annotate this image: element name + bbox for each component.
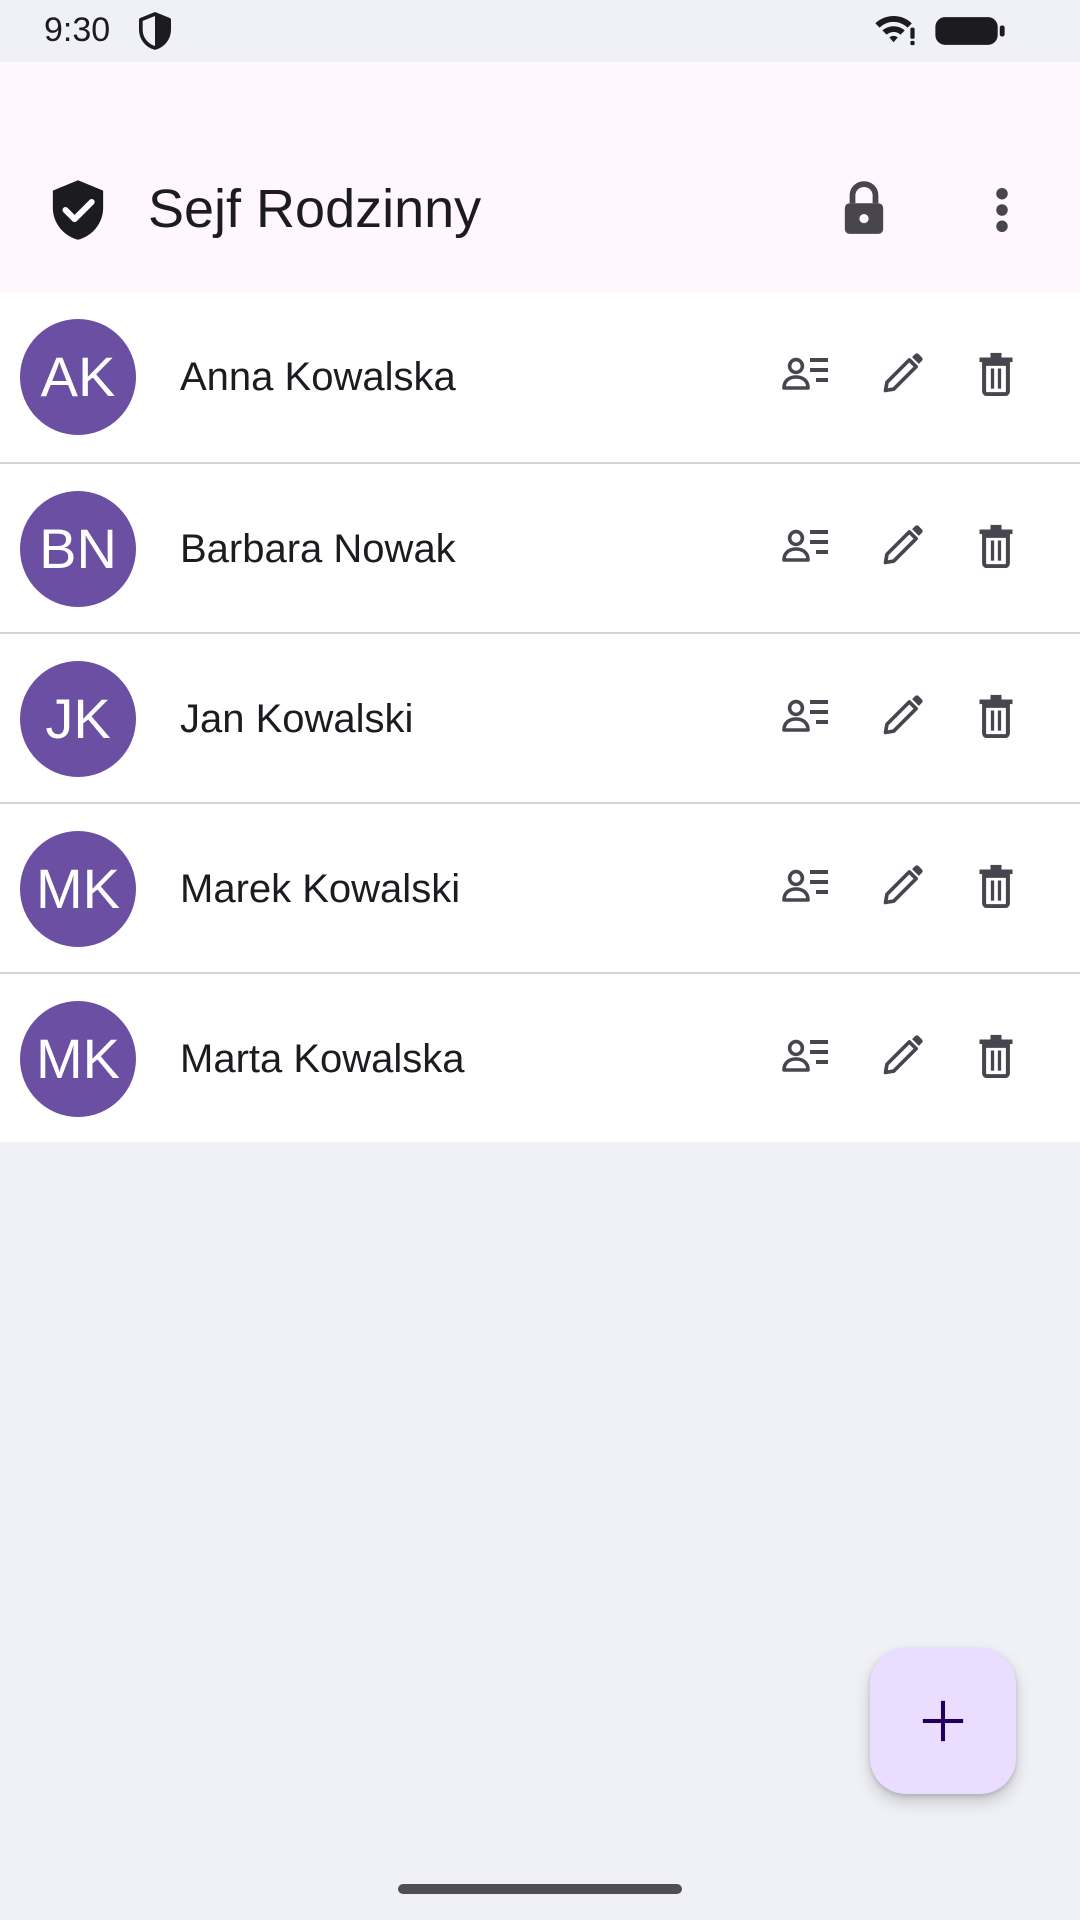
contact-name: Marta Kowalska (180, 1037, 465, 1081)
add-contact-button[interactable] (870, 1648, 1016, 1794)
contact-details-button[interactable] (774, 1024, 838, 1088)
avatar: MK (20, 831, 136, 947)
edit-icon (883, 525, 923, 565)
more-options-button[interactable] (976, 174, 1028, 246)
app-title: Sejf Rodzinny (148, 179, 482, 239)
contact-name: Marek Kowalski (180, 867, 461, 911)
delete-icon (979, 1034, 1013, 1078)
delete-button[interactable] (964, 854, 1028, 918)
avatar: JK (20, 661, 136, 777)
edit-button[interactable] (870, 1024, 934, 1088)
status-time: 9:30 (44, 11, 111, 49)
contact-details-button[interactable] (774, 342, 838, 406)
contact-list: AK Anna Kowalska BN Barbara Nowak JK Jan… (0, 292, 1080, 1142)
list-item[interactable]: JK Jan Kowalski (0, 632, 1080, 802)
delete-icon (979, 352, 1013, 396)
edit-button[interactable] (870, 684, 934, 748)
list-item[interactable]: AK Anna Kowalska (0, 292, 1080, 462)
contact-details-button[interactable] (774, 854, 838, 918)
edit-icon (883, 1035, 923, 1075)
lock-button[interactable] (830, 174, 898, 244)
delete-icon (979, 864, 1013, 908)
lock-icon (844, 181, 884, 234)
edit-icon (883, 695, 923, 735)
contact-details-button[interactable] (774, 684, 838, 748)
battery-icon (935, 17, 1005, 45)
delete-button[interactable] (964, 342, 1028, 406)
contact-details-icon (782, 529, 828, 562)
contact-details-icon (782, 357, 828, 390)
more-vert-icon (996, 187, 1008, 233)
contact-details-icon (782, 699, 828, 732)
gesture-navigation-bar[interactable] (398, 1884, 682, 1894)
add-icon (922, 1700, 964, 1742)
delete-button[interactable] (964, 684, 1028, 748)
list-item[interactable]: MK Marta Kowalska (0, 972, 1080, 1142)
edit-icon (883, 353, 923, 393)
avatar: MK (20, 1001, 136, 1117)
avatar: BN (20, 491, 136, 607)
contact-name: Jan Kowalski (180, 697, 414, 741)
contact-name: Anna Kowalska (180, 355, 456, 399)
edit-button[interactable] (870, 854, 934, 918)
edit-button[interactable] (870, 342, 934, 406)
app-bar: Sejf Rodzinny (0, 62, 1080, 292)
contact-details-button[interactable] (774, 514, 838, 578)
delete-button[interactable] (964, 514, 1028, 578)
wifi-icon (875, 16, 915, 46)
contact-name: Barbara Nowak (180, 527, 456, 571)
edit-icon (883, 865, 923, 905)
shield-icon (138, 12, 172, 50)
list-item[interactable]: BN Barbara Nowak (0, 462, 1080, 632)
delete-icon (979, 524, 1013, 568)
edit-button[interactable] (870, 514, 934, 578)
delete-icon (979, 694, 1013, 738)
avatar: AK (20, 319, 136, 435)
contact-details-icon (782, 869, 828, 902)
list-item[interactable]: MK Marek Kowalski (0, 802, 1080, 972)
status-bar: 9:30 (0, 0, 1080, 62)
contact-details-icon (782, 1039, 828, 1072)
shield-check-icon (52, 180, 104, 240)
delete-button[interactable] (964, 1024, 1028, 1088)
